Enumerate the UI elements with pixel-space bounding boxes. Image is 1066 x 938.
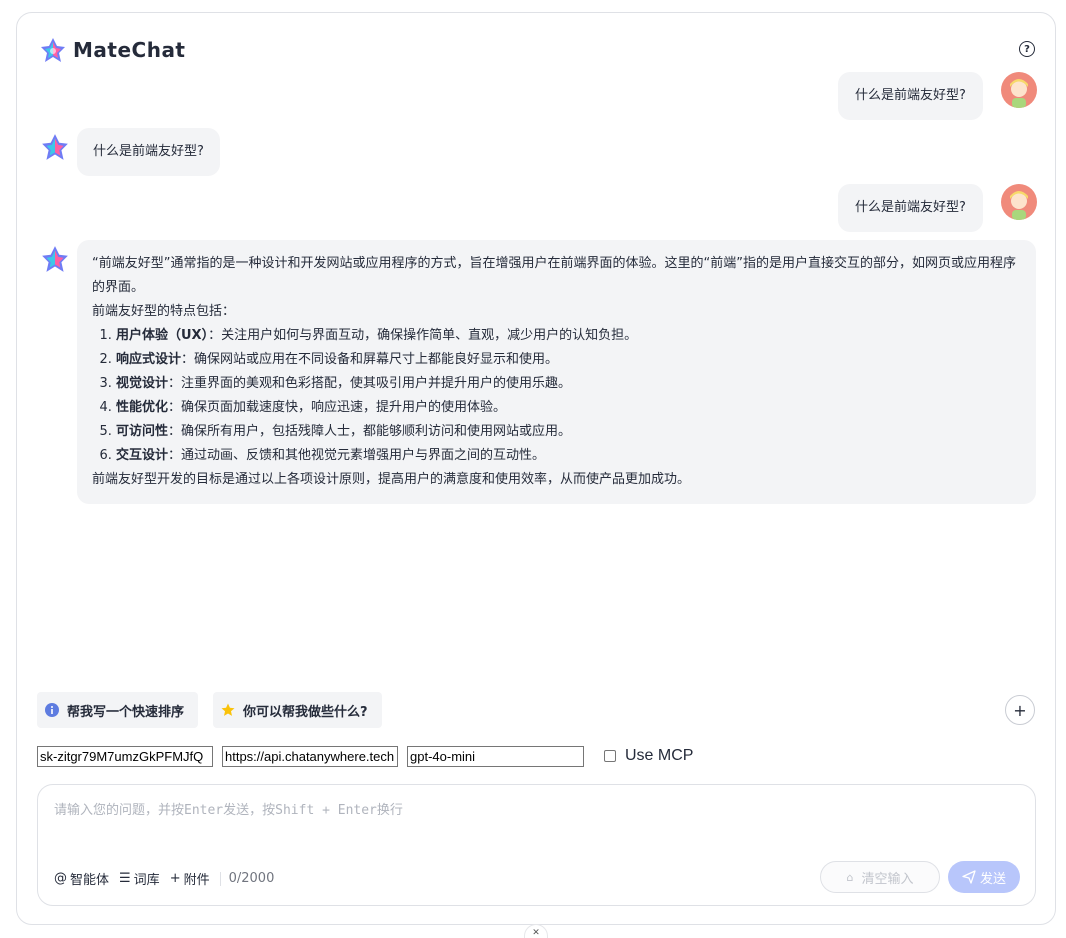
list-item: 可访问性：确保所有用户，包括残障人士，都能够顺利访问和使用网站或应用。	[116, 420, 1020, 444]
chat-input-box: @智能体 ☰词库 +附件 0/2000 ⌂ 清空输入 发送	[37, 784, 1036, 906]
user-message: 什么是前端友好型?	[838, 72, 983, 120]
divider	[219, 871, 221, 886]
user-avatar-icon	[1001, 184, 1037, 220]
info-icon	[45, 703, 59, 717]
base-url-input[interactable]	[222, 746, 398, 767]
send-label: 发送	[979, 871, 1006, 887]
lexicon-button[interactable]: ☰ 词库	[119, 869, 160, 888]
user-message-text: 什么是前端友好型?	[838, 72, 983, 120]
use-mcp-toggle[interactable]: Use MCP	[604, 747, 693, 765]
model-input[interactable]	[407, 746, 584, 767]
add-prompt-button[interactable]: +	[1005, 695, 1035, 725]
list-item: 视觉设计：注重界面的美观和色彩搭配，使其吸引用户并提升用户的使用乐趣。	[116, 372, 1020, 396]
broom-icon: ⌂	[846, 870, 854, 884]
matechat-logo-icon	[41, 38, 65, 62]
char-count: 0/2000	[228, 871, 275, 886]
star-icon	[221, 703, 235, 717]
assistant-avatar-icon	[42, 134, 68, 160]
clear-input-button[interactable]: ⌂ 清空输入	[820, 861, 940, 893]
user-avatar-icon	[1001, 72, 1037, 108]
prompt-chip-label: 你可以帮我做些什么?	[243, 704, 368, 720]
agent-label: 智能体	[70, 873, 110, 888]
answer-points-list: 用户体验（UX）：关注用户如何与界面互动，确保操作简单、直观，减少用户的认知负担…	[92, 324, 1020, 468]
assistant-message: “前端友好型”通常指的是一种设计和开发网站或应用程序的方式，旨在增强用户在前端界…	[77, 240, 1036, 504]
list-item: 性能优化：确保页面加载速度快，响应迅速，提升用户的使用体验。	[116, 396, 1020, 420]
list-item: 用户体验（UX）：关注用户如何与界面互动，确保操作简单、直观，减少用户的认知负担…	[116, 324, 1020, 348]
api-key-input[interactable]	[37, 746, 213, 767]
message-input[interactable]	[54, 799, 1014, 849]
user-message: 什么是前端友好型?	[838, 184, 983, 232]
list-item: 交互设计：通过动画、反馈和其他视觉元素增强用户与界面之间的互动性。	[116, 444, 1020, 468]
answer-list-heading: 前端友好型的特点包括：	[92, 304, 236, 319]
assistant-avatar-icon	[42, 246, 68, 272]
use-mcp-label: Use MCP	[625, 747, 694, 764]
input-toolbar: @ 智能体 ☰ 词库 + 附件 0/2000	[54, 869, 274, 888]
plus-icon: +	[1013, 700, 1027, 720]
app-title: MateChat	[73, 38, 186, 62]
answer-conclusion: 前端友好型开发的目标是通过以上各项设计原则，提高用户的满意度和使用效率，从而使产…	[92, 472, 691, 487]
clear-input-label: 清空输入	[861, 871, 914, 887]
list-icon: ☰	[119, 871, 131, 886]
assistant-answer: “前端友好型”通常指的是一种设计和开发网站或应用程序的方式，旨在增强用户在前端界…	[77, 240, 1036, 504]
attach-button[interactable]: + 附件	[170, 869, 210, 888]
use-mcp-checkbox[interactable]	[604, 750, 616, 762]
lexicon-label: 词库	[133, 873, 160, 888]
answer-intro: “前端友好型”通常指的是一种设计和开发网站或应用程序的方式，旨在增强用户在前端界…	[92, 256, 1016, 295]
app-header: MateChat	[39, 35, 186, 65]
at-icon: @	[54, 871, 67, 886]
prompt-chip-quicksort[interactable]: 帮我写一个快速排序	[37, 692, 199, 728]
prompt-chip-label: 帮我写一个快速排序	[67, 704, 185, 720]
help-icon[interactable]: ?	[1019, 41, 1035, 57]
prompt-chip-what-can-you-do[interactable]: 你可以帮我做些什么?	[213, 692, 382, 728]
send-icon	[962, 870, 976, 884]
agent-button[interactable]: @ 智能体	[54, 869, 109, 888]
scroll-down-handle[interactable]: ✕	[524, 924, 548, 938]
plus-icon: +	[169, 871, 181, 886]
send-button[interactable]: 发送	[948, 861, 1020, 893]
assistant-message-text: 什么是前端友好型?	[77, 128, 220, 176]
assistant-message: 什么是前端友好型?	[77, 128, 220, 176]
list-item: 响应式设计：确保网站或应用在不同设备和屏幕尺寸上都能良好显示和使用。	[116, 348, 1020, 372]
user-message-text: 什么是前端友好型?	[838, 184, 983, 232]
attach-label: 附件	[183, 873, 210, 888]
